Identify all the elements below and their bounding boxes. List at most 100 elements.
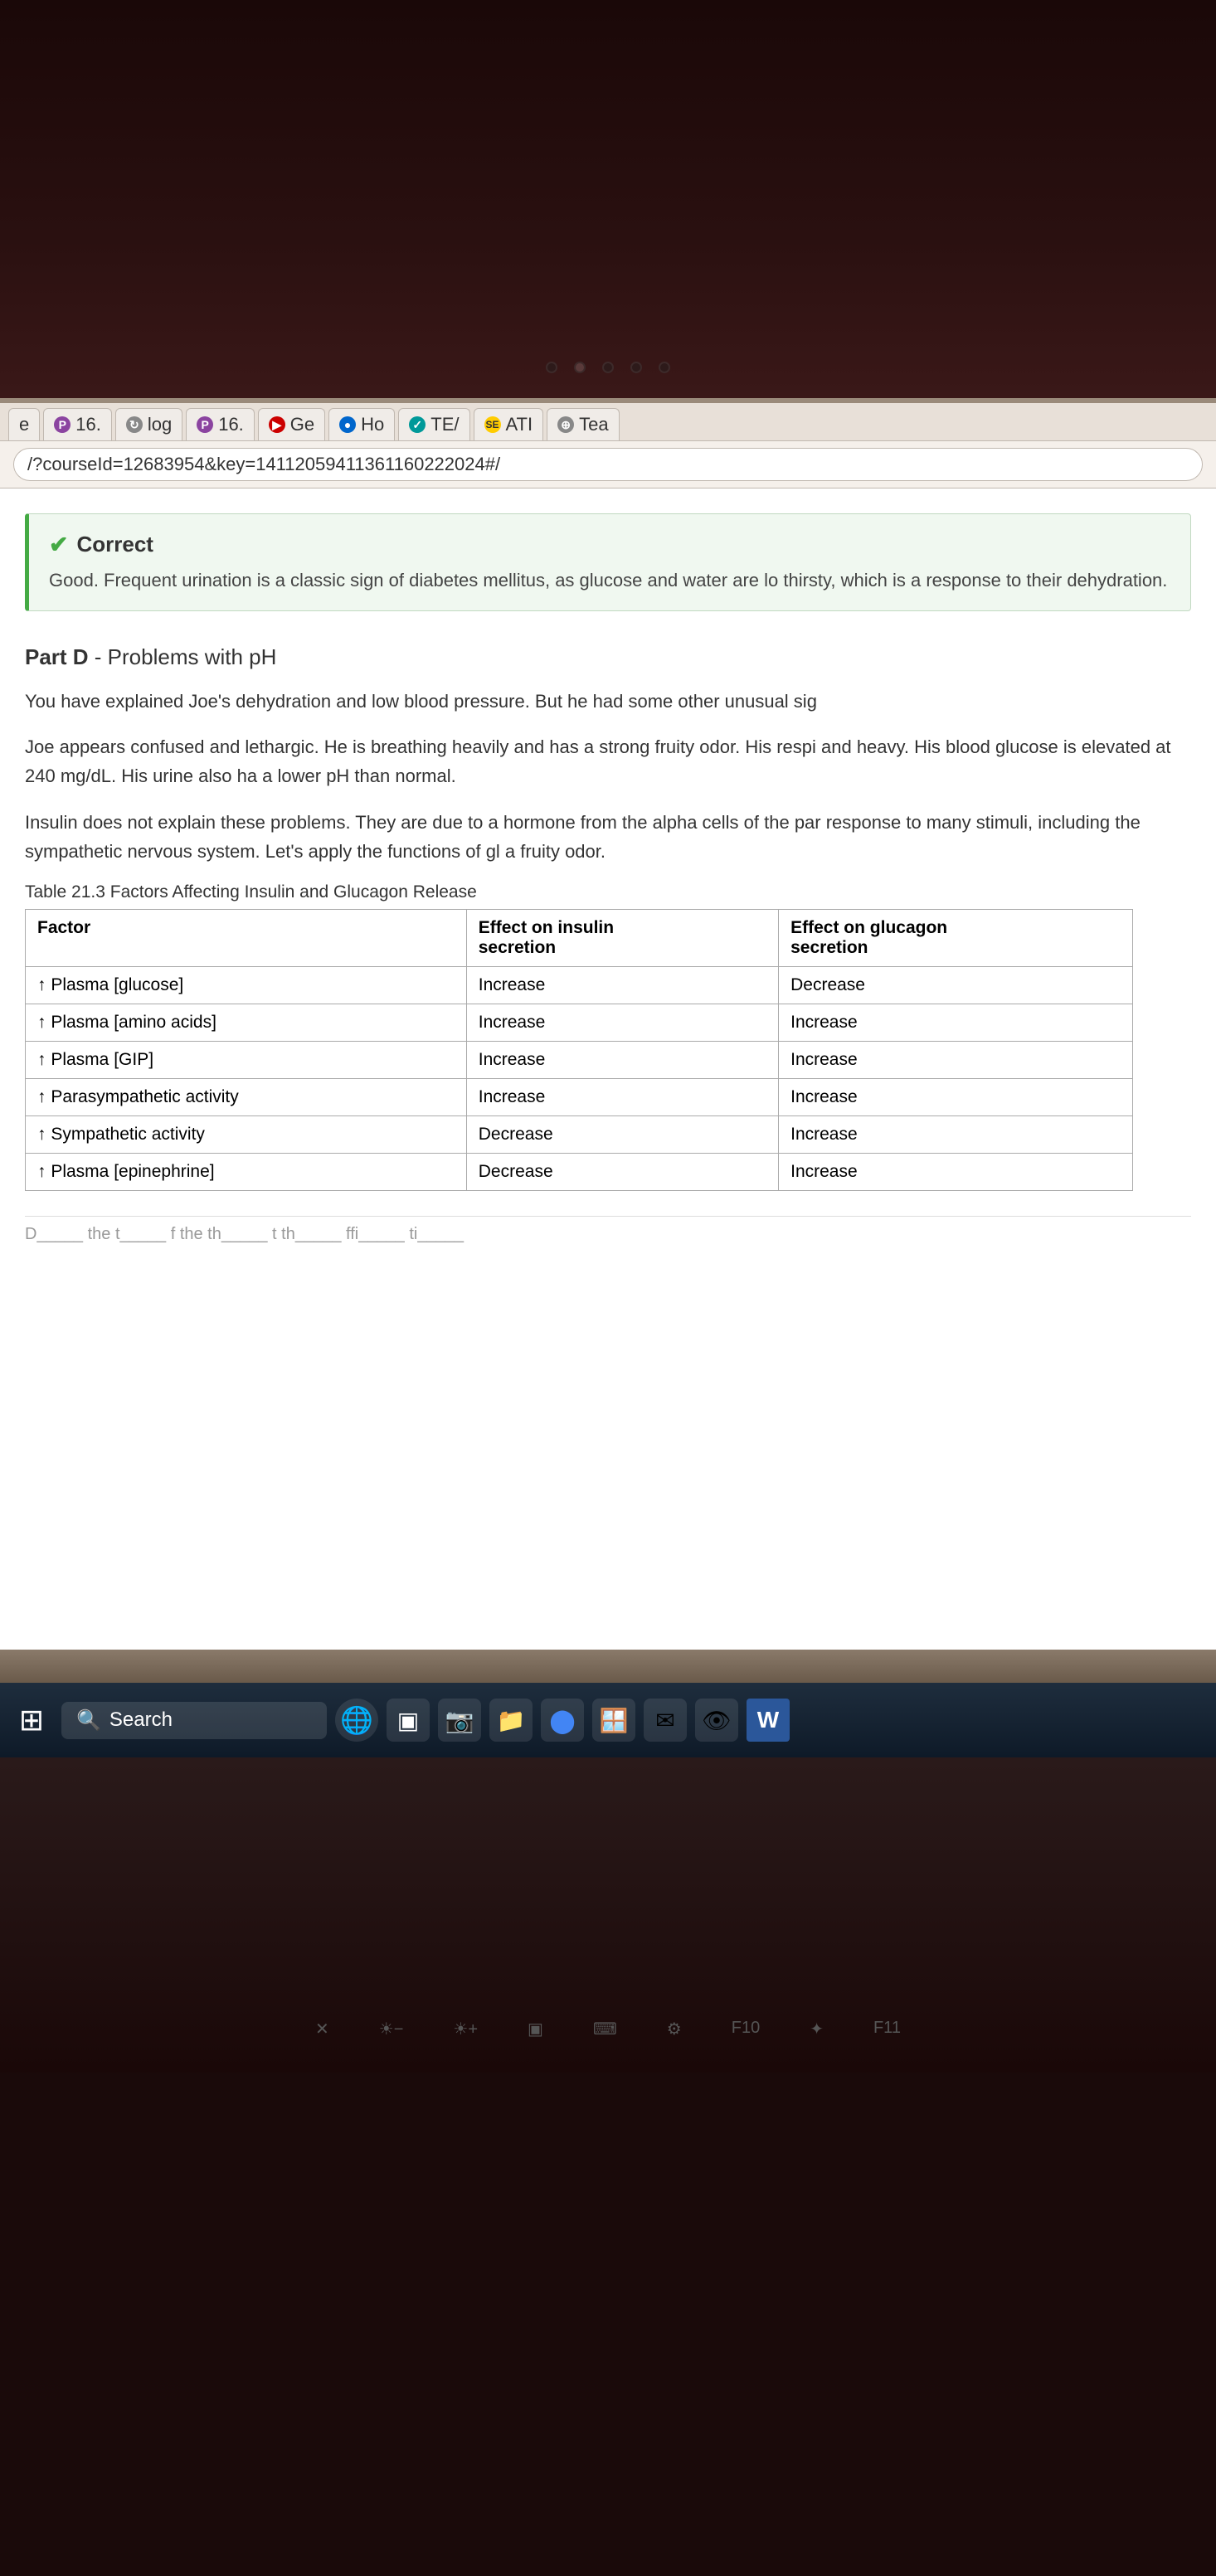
cell-glucagon-1: Increase — [779, 1004, 1133, 1041]
cell-glucagon-4: Increase — [779, 1115, 1133, 1153]
cell-glucagon-3: Increase — [779, 1078, 1133, 1115]
cell-factor-0: ↑ Plasma [glucose] — [26, 966, 467, 1004]
taskbar-taskview-icon[interactable]: ▣ — [387, 1699, 430, 1742]
table-row: ↑ Plasma [amino acids] Increase Increase — [26, 1004, 1133, 1041]
tab-tea-label: Tea — [579, 414, 608, 435]
body-paragraph-1: You have explained Joe's dehydration and… — [25, 687, 1191, 716]
tab-log[interactable]: ↻ log — [115, 408, 182, 440]
key-display[interactable]: ▣ — [528, 2019, 543, 2039]
table-row: ↑ Sympathetic activity Decrease Increase — [26, 1115, 1133, 1153]
cell-glucagon-5: Increase — [779, 1153, 1133, 1190]
table-header-row: Factor Effect on insulinsecretion Effect… — [26, 909, 1133, 966]
taskbar-word-icon[interactable]: W — [747, 1699, 790, 1742]
cell-factor-3: ↑ Parasympathetic activity — [26, 1078, 467, 1115]
tab-se[interactable]: SE ATI — [474, 408, 544, 440]
laptop-top — [0, 0, 1216, 398]
taskbar-security-icon[interactable]: 👁 — [695, 1699, 738, 1742]
tab-ho-icon: ● — [339, 416, 356, 433]
table-caption: Table 21.3 Factors Affecting Insulin and… — [25, 882, 1191, 902]
tab-yt-label: Ge — [290, 414, 314, 435]
cell-factor-5: ↑ Plasma [epinephrine] — [26, 1153, 467, 1190]
key-settings[interactable]: ⚙ — [667, 2019, 682, 2039]
tab-log-label: log — [148, 414, 172, 435]
taskbar: ⊞ 🔍 Search 🌐 ▣ 📷 📁 ⬤ 🪟 ✉ 👁 W — [0, 1683, 1216, 1757]
correct-label: Correct — [76, 532, 153, 557]
key-f10[interactable]: F10 — [732, 2019, 760, 2039]
correct-title: ✔ Correct — [49, 531, 1170, 558]
taskbar-store-icon[interactable]: 🪟 — [592, 1699, 635, 1742]
chrome-icon: ⬤ — [549, 1707, 575, 1734]
tab-p2[interactable]: P 16. — [186, 408, 255, 440]
taskbar-search-box[interactable]: 🔍 Search — [61, 1702, 327, 1739]
tab-ho[interactable]: ● Ho — [328, 408, 395, 440]
mail-icon: ✉ — [655, 1707, 674, 1734]
taskbar-mail-icon[interactable]: ✉ — [644, 1699, 687, 1742]
check-icon: ✔ — [49, 531, 68, 558]
camera-lens — [574, 362, 586, 373]
tab-tea[interactable]: ⊕ Tea — [547, 408, 619, 440]
video-icon: 📷 — [445, 1707, 474, 1734]
tab-p1[interactable]: P 16. — [43, 408, 112, 440]
tab-p1-icon: P — [54, 416, 71, 433]
key-brightness-up[interactable]: ☀+ — [453, 2019, 478, 2039]
taskbar-chrome-icon[interactable]: ⬤ — [541, 1699, 584, 1742]
factors-table: Factor Effect on insulinsecretion Effect… — [25, 909, 1133, 1191]
cell-factor-4: ↑ Sympathetic activity — [26, 1115, 467, 1153]
camera-dot-2 — [602, 362, 614, 373]
screen-container: e P 16. ↻ log P 16. ▶ Ge ● Ho ✓ TE/ SE A… — [0, 398, 1216, 1650]
browser-content: ✔ Correct Good. Frequent urination is a … — [0, 488, 1216, 1650]
table-row: ↑ Parasympathetic activity Increase Incr… — [26, 1078, 1133, 1115]
part-d-bold: Part D — [25, 644, 89, 669]
body-paragraph-2: Joe appears confused and lethargic. He i… — [25, 732, 1191, 790]
globe-icon: 🌐 — [340, 1704, 373, 1736]
tab-se-label: ATI — [506, 414, 533, 435]
tab-log-icon: ↻ — [126, 416, 143, 433]
part-d-rest: - Problems with pH — [89, 644, 277, 669]
windows-start-button[interactable]: ⊞ — [10, 1699, 53, 1742]
key-bluetooth[interactable]: ✦ — [810, 2019, 824, 2039]
tab-ho-label: Ho — [361, 414, 384, 435]
address-bar: /?courseId=12683954&key=1411205941136116… — [0, 441, 1216, 488]
tab-p2-icon: P — [197, 416, 213, 433]
store-icon: 🪟 — [600, 1707, 629, 1734]
cell-insulin-5: Decrease — [466, 1153, 778, 1190]
address-input[interactable]: /?courseId=12683954&key=1411205941136116… — [13, 448, 1203, 481]
camera-dot-4 — [659, 362, 670, 373]
table-row: ↑ Plasma [glucose] Increase Decrease — [26, 966, 1133, 1004]
key-special-1[interactable]: ✕ — [315, 2019, 329, 2039]
search-text: Search — [109, 1708, 173, 1732]
tab-p2-label: 16. — [218, 414, 244, 435]
body-paragraph-3: Insulin does not explain these problems.… — [25, 808, 1191, 866]
tab-te-label: TE/ — [430, 414, 459, 435]
cell-insulin-0: Increase — [466, 966, 778, 1004]
cell-factor-2: ↑ Plasma [GIP] — [26, 1041, 467, 1078]
key-brightness-down[interactable]: ☀− — [379, 2019, 404, 2039]
key-f11[interactable]: F11 — [873, 2019, 901, 2039]
taskbar-videocall-icon[interactable]: 📷 — [438, 1699, 481, 1742]
camera-dot-3 — [630, 362, 642, 373]
camera-area — [546, 362, 670, 373]
cell-glucagon-2: Increase — [779, 1041, 1133, 1078]
tab-e[interactable]: e — [8, 408, 40, 440]
tab-tea-icon: ⊕ — [557, 416, 574, 433]
correct-text: Good. Frequent urination is a classic si… — [49, 566, 1170, 594]
cell-glucagon-0: Decrease — [779, 966, 1133, 1004]
tab-p1-label: 16. — [75, 414, 101, 435]
key-network[interactable]: ⌨ — [593, 2019, 617, 2039]
tab-se-icon: SE — [484, 416, 501, 433]
search-icon: 🔍 — [76, 1708, 101, 1733]
cell-insulin-2: Increase — [466, 1041, 778, 1078]
taskbar-files-icon[interactable]: 📁 — [489, 1699, 533, 1742]
tab-yt-icon: ▶ — [269, 416, 285, 433]
tab-te[interactable]: ✓ TE/ — [398, 408, 469, 440]
partial-bottom-text: D_____ the t_____ f the th_____ t th____… — [25, 1216, 1191, 1252]
tab-e-label: e — [19, 414, 29, 435]
eye-icon: 👁 — [702, 1707, 732, 1734]
taskbar-widget-icon[interactable]: 🌐 — [335, 1699, 378, 1742]
tab-te-icon: ✓ — [409, 416, 426, 433]
cell-insulin-4: Decrease — [466, 1115, 778, 1153]
tab-yt[interactable]: ▶ Ge — [258, 408, 325, 440]
keyboard-function-row: ✕ ☀− ☀+ ▣ ⌨ ⚙ F10 ✦ F11 — [0, 2002, 1216, 2056]
cell-insulin-1: Increase — [466, 1004, 778, 1041]
keyboard-area: ✕ ☀− ☀+ ▣ ⌨ ⚙ F10 ✦ F11 — [0, 1757, 1216, 2073]
